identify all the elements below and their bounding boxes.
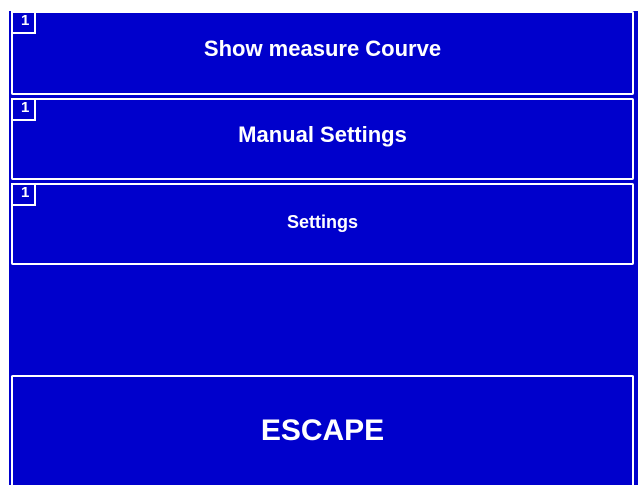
settings-label: Settings xyxy=(286,211,358,232)
escape-label: ESCAPE xyxy=(260,414,385,447)
show-measure-curve-button[interactable]: 1 Show measure Courve xyxy=(11,11,634,95)
escape-button[interactable]: ESCAPE xyxy=(11,375,634,485)
menu-screen: 1 Show measure Courve 1 Manual Settings … xyxy=(0,0,638,485)
show-measure-curve-label: Show measure Courve xyxy=(203,36,442,61)
access-level-badge: 1 xyxy=(11,183,36,206)
settings-button[interactable]: 1 Settings xyxy=(11,183,634,265)
manual-settings-label: Manual Settings xyxy=(238,122,407,147)
left-rail xyxy=(0,0,9,485)
access-level-badge: 1 xyxy=(11,11,36,34)
access-level-badge: 1 xyxy=(11,98,36,121)
manual-settings-button[interactable]: 1 Manual Settings xyxy=(11,98,634,180)
top-edge xyxy=(0,0,638,11)
